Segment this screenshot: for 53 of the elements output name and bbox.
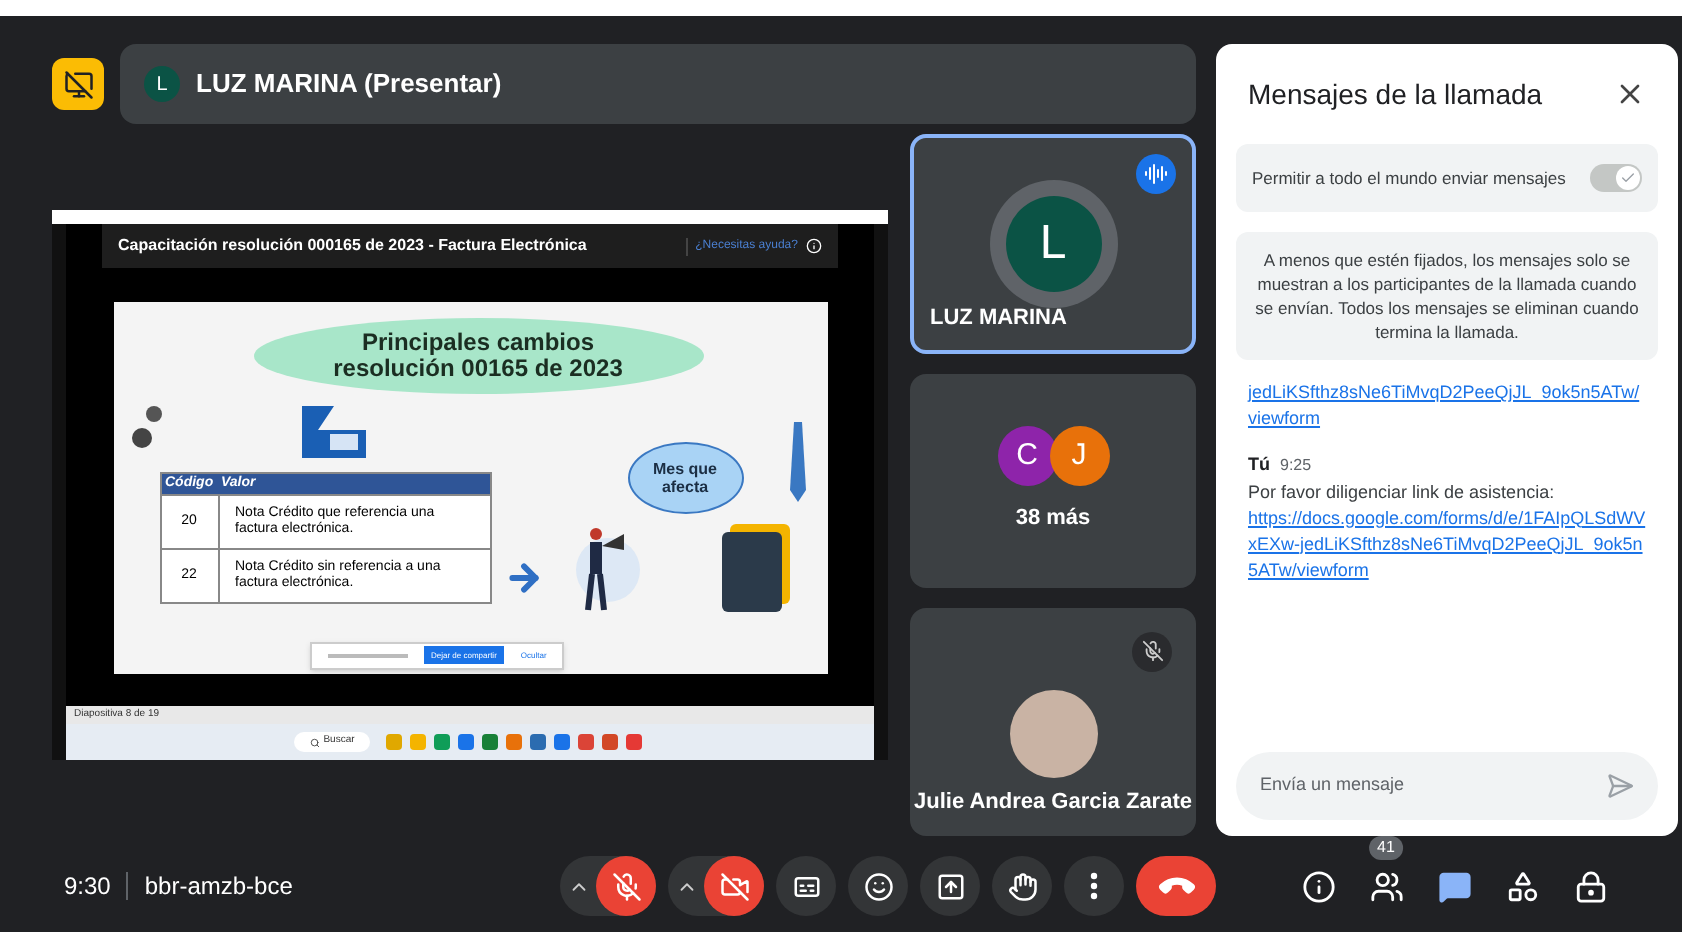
presenter-label: LUZ MARINA (Presentar) [196, 66, 502, 103]
message-input[interactable]: Envía un mensaje [1236, 752, 1658, 820]
audio-bars-icon [1144, 162, 1168, 186]
screen-off-button[interactable] [52, 58, 104, 110]
header-title: Capacitación resolución 000165 de 2023 - Factura Electrónica [118, 234, 587, 258]
microphone-off-icon [1141, 640, 1163, 663]
arrow-icon [503, 557, 543, 597]
check-icon [1620, 170, 1636, 186]
message-field[interactable]: Envía un mensaje [1260, 772, 1560, 800]
participant-name: Julie Andrea Garcia Zarate [914, 788, 1192, 819]
more-participants-count: 38 más [1015, 504, 1091, 535]
captions-button[interactable] [776, 856, 836, 916]
chat-icon [1437, 869, 1471, 903]
clock-time: 9:30 [64, 870, 111, 904]
microphone-off-icon [611, 871, 641, 901]
count-badge: 41 [1369, 836, 1403, 860]
emoji-button[interactable] [848, 856, 908, 916]
captions-icon [791, 871, 821, 901]
camera-off-icon [719, 871, 749, 901]
lock-icon [1573, 869, 1607, 903]
info-notice: A menos que estén fijados, los mensajes solo se muestran a los participantes de la llamada cuando se envían. Todos los mensajes se eliminan cuando termina la llamada. [1236, 232, 1658, 360]
participant-name: LUZ MARINA [930, 303, 1067, 334]
avatar: J [1049, 426, 1109, 487]
hand-icon [1007, 871, 1037, 901]
avatar: L [144, 66, 180, 102]
camera-button[interactable] [704, 856, 764, 916]
info-icon [806, 238, 822, 254]
photo-placeholder [1009, 690, 1097, 779]
screen-off-icon [63, 69, 93, 99]
speech-bubble: Mes que afecta [627, 441, 743, 513]
panel-title: Mensajes de la llamada [1248, 75, 1543, 114]
setting-label: Permitir a todo el mundo enviar mensajes [1252, 165, 1566, 191]
people-icon [1369, 869, 1403, 903]
chat-link[interactable]: https://docs.google.com/forms/d/e/1FAIpQLSdWVxEXw-jedLiKSfthz8sNe6TiMvqD2PeeQjJL_9ok5n5ATw/viewform [1248, 505, 1646, 583]
more-icon [1090, 872, 1098, 900]
microphone-button[interactable] [596, 856, 656, 916]
message-time: 9:25 [1280, 454, 1312, 478]
raise-hand-button[interactable] [992, 856, 1052, 916]
title-ellipse: Principales cambios resolución 00165 de 2023 [253, 317, 703, 393]
message-text: Por favor diligenciar link de asistencia: [1248, 479, 1557, 505]
shapes-icon [1505, 869, 1539, 903]
more-options-button[interactable] [1064, 856, 1124, 916]
end-call-button[interactable] [1136, 856, 1216, 916]
meeting-code: bbr-amzb-bce [144, 870, 293, 904]
avatar: C [997, 426, 1057, 487]
info-icon [1301, 869, 1335, 903]
toggle-switch[interactable] [1590, 164, 1642, 192]
smiley-icon [863, 871, 893, 901]
sender-name: Tú [1248, 452, 1270, 478]
present-button[interactable] [920, 856, 980, 916]
search-icon [309, 737, 320, 747]
avatar: L [1005, 196, 1101, 293]
chat-link[interactable]: jedLiKSfthz8sNe6TiMvqD2PeeQjJL_9ok5n5ATw/viewform [1248, 380, 1646, 432]
